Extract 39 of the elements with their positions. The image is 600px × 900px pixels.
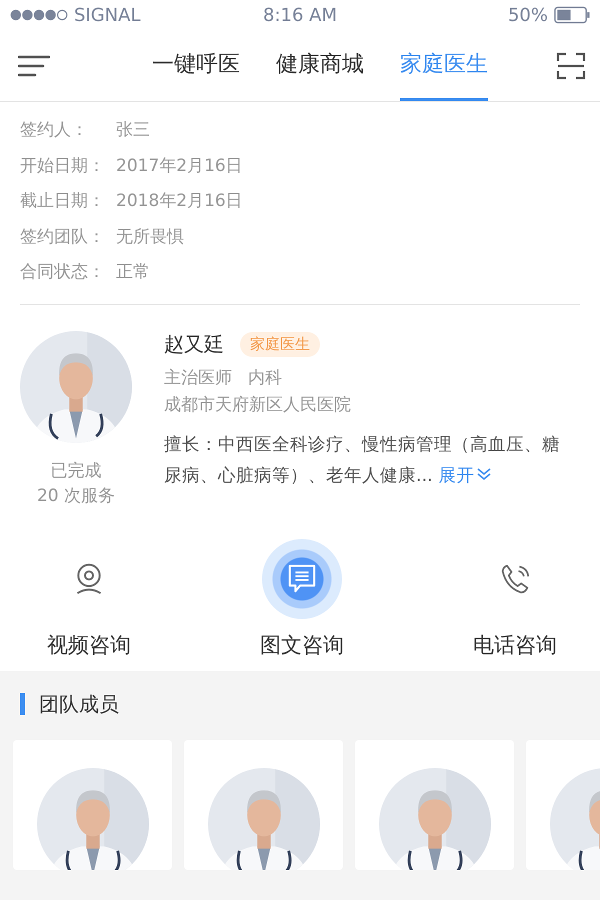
phone-icon	[500, 562, 530, 594]
carrier-text: SIGNAL	[74, 4, 140, 26]
tab[interactable]: 健康商城	[276, 30, 364, 101]
chevron-down-icon	[476, 466, 492, 480]
member-card[interactable]	[355, 740, 514, 870]
battery-icon	[554, 6, 590, 24]
consult-option[interactable]: 视频咨询	[14, 538, 164, 670]
field-value: 2017年2月16日	[116, 154, 243, 177]
doctor-title: 主治医师	[164, 366, 232, 388]
status-time: 8:16 AM	[263, 4, 337, 26]
chat-icon	[287, 562, 317, 594]
field-value: 2018年2月16日	[116, 190, 243, 212]
doctor-name: 赵又廷	[164, 330, 224, 358]
section-title: 团队成员	[39, 690, 119, 718]
field-label: 签约人：	[20, 119, 89, 142]
role-badge: 家庭医生	[240, 332, 320, 356]
stat-text: 20 次服务	[36, 484, 116, 508]
accent-bar	[20, 693, 25, 715]
stat-text: 已完成	[50, 460, 102, 482]
menu-icon[interactable]	[18, 54, 50, 78]
member-card[interactable]	[13, 740, 172, 870]
hospital-text: 成都市天府新区人民医院	[164, 394, 352, 416]
webcam-icon	[74, 562, 104, 594]
field-value: 无所畏惧	[116, 226, 184, 248]
specialty-text: 擅长：中西医全科诊疗、慢性病管理（高血压、糖尿病、心脏病等）、老年人健康... 展开	[164, 434, 561, 488]
field-label: 签约团队：	[20, 226, 106, 248]
field-value: 张三	[116, 119, 150, 142]
scan-icon[interactable]	[556, 50, 586, 80]
department-text: 内科	[248, 366, 282, 388]
signal-icon	[10, 9, 68, 21]
field-value: 正常	[116, 261, 150, 284]
field-label: 合同状态：	[20, 261, 106, 284]
field-label: 开始日期：	[20, 154, 106, 177]
battery-percent: 50%	[508, 4, 548, 26]
consult-option[interactable]: 电话咨询	[440, 538, 590, 670]
member-card[interactable]	[184, 740, 343, 870]
tab[interactable]: 一键呼医	[152, 30, 240, 101]
field-label: 截止日期：	[20, 190, 106, 212]
consult-option[interactable]: 图文咨询	[227, 538, 377, 670]
